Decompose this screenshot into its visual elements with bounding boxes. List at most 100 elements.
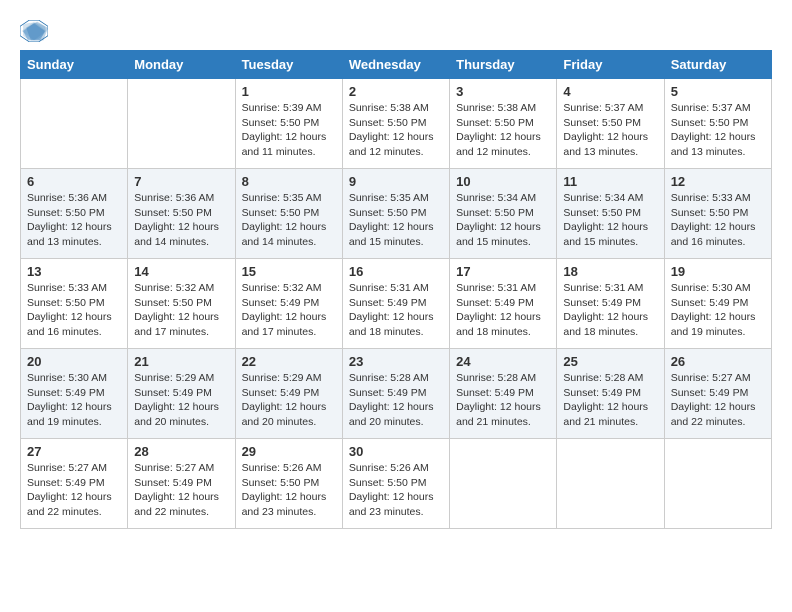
day-number: 3	[456, 84, 550, 99]
day-number: 8	[242, 174, 336, 189]
cell-info: Sunrise: 5:31 AMSunset: 5:49 PMDaylight:…	[563, 281, 657, 340]
calendar-cell	[128, 79, 235, 169]
cell-info: Sunrise: 5:28 AMSunset: 5:49 PMDaylight:…	[456, 371, 550, 430]
calendar-cell: 30 Sunrise: 5:26 AMSunset: 5:50 PMDayligh…	[342, 439, 449, 529]
calendar-cell: 15 Sunrise: 5:32 AMSunset: 5:49 PMDayligh…	[235, 259, 342, 349]
calendar-cell: 7 Sunrise: 5:36 AMSunset: 5:50 PMDaylight…	[128, 169, 235, 259]
calendar-cell: 25 Sunrise: 5:28 AMSunset: 5:49 PMDayligh…	[557, 349, 664, 439]
cell-info: Sunrise: 5:30 AMSunset: 5:49 PMDaylight:…	[27, 371, 121, 430]
calendar-cell: 14 Sunrise: 5:32 AMSunset: 5:50 PMDayligh…	[128, 259, 235, 349]
calendar-cell: 20 Sunrise: 5:30 AMSunset: 5:49 PMDayligh…	[21, 349, 128, 439]
calendar-cell: 8 Sunrise: 5:35 AMSunset: 5:50 PMDaylight…	[235, 169, 342, 259]
calendar-cell: 5 Sunrise: 5:37 AMSunset: 5:50 PMDaylight…	[664, 79, 771, 169]
day-number: 28	[134, 444, 228, 459]
day-number: 20	[27, 354, 121, 369]
day-header-saturday: Saturday	[664, 51, 771, 79]
cell-info: Sunrise: 5:39 AMSunset: 5:50 PMDaylight:…	[242, 101, 336, 160]
day-number: 21	[134, 354, 228, 369]
cell-info: Sunrise: 5:37 AMSunset: 5:50 PMDaylight:…	[671, 101, 765, 160]
day-number: 13	[27, 264, 121, 279]
day-number: 9	[349, 174, 443, 189]
cell-info: Sunrise: 5:28 AMSunset: 5:49 PMDaylight:…	[349, 371, 443, 430]
calendar-cell: 29 Sunrise: 5:26 AMSunset: 5:50 PMDayligh…	[235, 439, 342, 529]
day-header-thursday: Thursday	[450, 51, 557, 79]
cell-info: Sunrise: 5:37 AMSunset: 5:50 PMDaylight:…	[563, 101, 657, 160]
cell-info: Sunrise: 5:28 AMSunset: 5:49 PMDaylight:…	[563, 371, 657, 430]
day-header-tuesday: Tuesday	[235, 51, 342, 79]
day-number: 30	[349, 444, 443, 459]
calendar-cell	[557, 439, 664, 529]
day-number: 6	[27, 174, 121, 189]
day-number: 16	[349, 264, 443, 279]
day-header-friday: Friday	[557, 51, 664, 79]
cell-info: Sunrise: 5:27 AMSunset: 5:49 PMDaylight:…	[671, 371, 765, 430]
calendar-cell: 12 Sunrise: 5:33 AMSunset: 5:50 PMDayligh…	[664, 169, 771, 259]
calendar-cell: 17 Sunrise: 5:31 AMSunset: 5:49 PMDayligh…	[450, 259, 557, 349]
cell-info: Sunrise: 5:31 AMSunset: 5:49 PMDaylight:…	[349, 281, 443, 340]
calendar-cell: 13 Sunrise: 5:33 AMSunset: 5:50 PMDayligh…	[21, 259, 128, 349]
day-header-wednesday: Wednesday	[342, 51, 449, 79]
calendar-cell: 21 Sunrise: 5:29 AMSunset: 5:49 PMDayligh…	[128, 349, 235, 439]
cell-info: Sunrise: 5:33 AMSunset: 5:50 PMDaylight:…	[27, 281, 121, 340]
calendar-table: SundayMondayTuesdayWednesdayThursdayFrid…	[20, 50, 772, 529]
calendar-cell: 4 Sunrise: 5:37 AMSunset: 5:50 PMDaylight…	[557, 79, 664, 169]
cell-info: Sunrise: 5:29 AMSunset: 5:49 PMDaylight:…	[134, 371, 228, 430]
day-number: 26	[671, 354, 765, 369]
cell-info: Sunrise: 5:36 AMSunset: 5:50 PMDaylight:…	[134, 191, 228, 250]
day-number: 24	[456, 354, 550, 369]
day-number: 15	[242, 264, 336, 279]
day-number: 1	[242, 84, 336, 99]
day-number: 14	[134, 264, 228, 279]
calendar-cell	[21, 79, 128, 169]
calendar-cell: 9 Sunrise: 5:35 AMSunset: 5:50 PMDaylight…	[342, 169, 449, 259]
day-number: 29	[242, 444, 336, 459]
calendar-cell: 19 Sunrise: 5:30 AMSunset: 5:49 PMDayligh…	[664, 259, 771, 349]
generalblue-icon	[20, 20, 48, 42]
logo	[20, 20, 52, 42]
cell-info: Sunrise: 5:35 AMSunset: 5:50 PMDaylight:…	[242, 191, 336, 250]
day-number: 10	[456, 174, 550, 189]
cell-info: Sunrise: 5:32 AMSunset: 5:50 PMDaylight:…	[134, 281, 228, 340]
calendar-cell: 28 Sunrise: 5:27 AMSunset: 5:49 PMDayligh…	[128, 439, 235, 529]
day-number: 5	[671, 84, 765, 99]
cell-info: Sunrise: 5:27 AMSunset: 5:49 PMDaylight:…	[134, 461, 228, 520]
day-header-monday: Monday	[128, 51, 235, 79]
cell-info: Sunrise: 5:36 AMSunset: 5:50 PMDaylight:…	[27, 191, 121, 250]
calendar-cell	[450, 439, 557, 529]
cell-info: Sunrise: 5:26 AMSunset: 5:50 PMDaylight:…	[242, 461, 336, 520]
cell-info: Sunrise: 5:30 AMSunset: 5:49 PMDaylight:…	[671, 281, 765, 340]
calendar-cell: 11Sunrise: 5:34 AMSunset: 5:50 PMDayligh…	[557, 169, 664, 259]
cell-info: Sunrise: 5:29 AMSunset: 5:49 PMDaylight:…	[242, 371, 336, 430]
cell-info: Sunrise: 5:35 AMSunset: 5:50 PMDaylight:…	[349, 191, 443, 250]
day-number: 7	[134, 174, 228, 189]
cell-info: Sunrise: 5:31 AMSunset: 5:49 PMDaylight:…	[456, 281, 550, 340]
calendar-cell: 26 Sunrise: 5:27 AMSunset: 5:49 PMDayligh…	[664, 349, 771, 439]
cell-info: Sunrise: 5:34 AMSunset: 5:50 PMDaylight:…	[563, 191, 657, 250]
cell-info: Sunrise: 5:34 AMSunset: 5:50 PMDaylight:…	[456, 191, 550, 250]
calendar-cell: 23 Sunrise: 5:28 AMSunset: 5:49 PMDayligh…	[342, 349, 449, 439]
calendar-cell: 16 Sunrise: 5:31 AMSunset: 5:49 PMDayligh…	[342, 259, 449, 349]
cell-info: Sunrise: 5:38 AMSunset: 5:50 PMDaylight:…	[349, 101, 443, 160]
cell-info: Sunrise: 5:38 AMSunset: 5:50 PMDaylight:…	[456, 101, 550, 160]
day-number: 23	[349, 354, 443, 369]
day-number: 25	[563, 354, 657, 369]
day-number: 18	[563, 264, 657, 279]
calendar-cell: 24 Sunrise: 5:28 AMSunset: 5:49 PMDayligh…	[450, 349, 557, 439]
day-number: 27	[27, 444, 121, 459]
cell-info: Sunrise: 5:32 AMSunset: 5:49 PMDaylight:…	[242, 281, 336, 340]
calendar-cell: 3 Sunrise: 5:38 AMSunset: 5:50 PMDaylight…	[450, 79, 557, 169]
day-number: 17	[456, 264, 550, 279]
calendar-cell: 27 Sunrise: 5:27 AMSunset: 5:49 PMDayligh…	[21, 439, 128, 529]
cell-info: Sunrise: 5:26 AMSunset: 5:50 PMDaylight:…	[349, 461, 443, 520]
day-number: 19	[671, 264, 765, 279]
day-number: 22	[242, 354, 336, 369]
cell-info: Sunrise: 5:27 AMSunset: 5:49 PMDaylight:…	[27, 461, 121, 520]
calendar-cell	[664, 439, 771, 529]
cell-info: Sunrise: 5:33 AMSunset: 5:50 PMDaylight:…	[671, 191, 765, 250]
calendar-cell: 2Sunrise: 5:38 AMSunset: 5:50 PMDaylight…	[342, 79, 449, 169]
day-number: 4	[563, 84, 657, 99]
calendar-cell: 18 Sunrise: 5:31 AMSunset: 5:49 PMDayligh…	[557, 259, 664, 349]
calendar-cell: 6 Sunrise: 5:36 AMSunset: 5:50 PMDaylight…	[21, 169, 128, 259]
calendar-cell: 1 Sunrise: 5:39 AMSunset: 5:50 PMDaylight…	[235, 79, 342, 169]
day-number: 12	[671, 174, 765, 189]
